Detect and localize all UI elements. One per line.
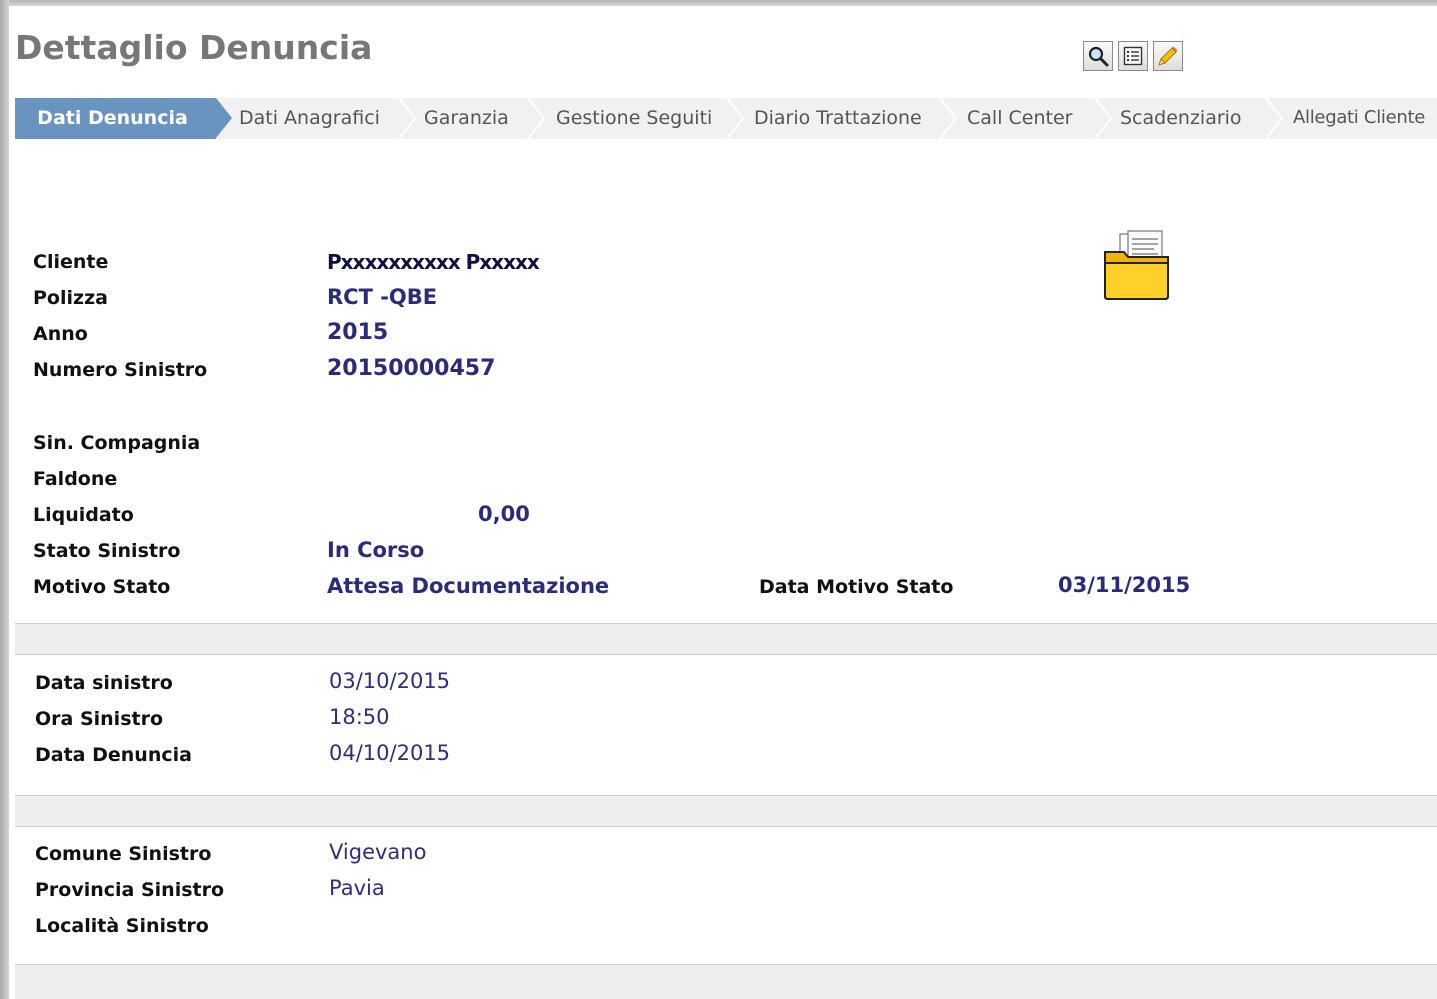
liquidato-label: Liquidato <box>33 504 134 526</box>
edit-pencil-icon <box>1158 46 1178 66</box>
tab-garanzia[interactable]: Garanzia <box>424 98 509 139</box>
tab-separator <box>1265 98 1283 139</box>
cliente-label: Cliente <box>33 251 109 273</box>
data-motivo-stato-label: Data Motivo Stato <box>759 576 954 598</box>
tab-separator <box>398 98 416 139</box>
data-motivo-stato-value: 03/11/2015 <box>1058 573 1191 597</box>
anno-value: 2015 <box>327 320 389 345</box>
provincia-sinistro-label: Provincia Sinistro <box>35 879 225 901</box>
motivo-stato-label: Motivo Stato <box>33 576 171 598</box>
tab-scadenziario[interactable]: Scadenziario <box>1120 98 1242 139</box>
data-sinistro-label: Data sinistro <box>35 672 173 694</box>
tab-separator <box>939 98 957 139</box>
section-divider-bar <box>15 623 1437 655</box>
polizza-value: RCT -QBE <box>327 285 438 309</box>
edit-button[interactable] <box>1153 41 1183 71</box>
tab-separator <box>726 98 744 139</box>
faldone-label: Faldone <box>33 468 118 490</box>
window-frame-top <box>0 0 1437 6</box>
tab-separator <box>1094 98 1112 139</box>
tab-separator <box>527 98 545 139</box>
search-icon <box>1088 46 1109 67</box>
search-button[interactable] <box>1083 41 1113 71</box>
numero-sinistro-value: 20150000457 <box>327 356 496 381</box>
page-title: Dettaglio Denuncia <box>15 28 373 67</box>
list-button[interactable] <box>1118 41 1148 71</box>
section-divider-bar <box>15 964 1437 999</box>
ora-sinistro-value: 18:50 <box>329 705 390 729</box>
tab-call-center[interactable]: Call Center <box>967 98 1072 139</box>
window-frame-left <box>0 0 9 999</box>
motivo-stato-value: Attesa Documentazione <box>327 574 610 598</box>
documents-folder-icon[interactable] <box>1102 230 1172 302</box>
stato-sinistro-value: In Corso <box>327 538 425 562</box>
data-sinistro-value: 03/10/2015 <box>329 669 451 693</box>
active-tab-arrow <box>216 98 232 138</box>
tab-bar: Dati Denuncia Dati Anagrafici Garanzia G… <box>15 98 1437 139</box>
comune-sinistro-value: Vigevano <box>329 840 427 864</box>
liquidato-value: 0,00 <box>478 502 530 526</box>
section-divider-bar <box>15 795 1437 827</box>
tab-dati-denuncia[interactable]: Dati Denuncia <box>15 98 216 139</box>
ora-sinistro-label: Ora Sinistro <box>35 708 164 730</box>
comune-sinistro-label: Comune Sinistro <box>35 843 212 865</box>
numero-sinistro-label: Numero Sinistro <box>33 359 208 381</box>
stato-sinistro-label: Stato Sinistro <box>33 540 181 562</box>
sin-compagnia-label: Sin. Compagnia <box>33 432 201 454</box>
tab-allegati-cliente[interactable]: Allegati Cliente <box>1293 98 1425 139</box>
data-denuncia-value: 04/10/2015 <box>329 741 451 765</box>
tab-diario-trattazione[interactable]: Diario Trattazione <box>754 98 922 139</box>
anno-label: Anno <box>33 323 88 345</box>
provincia-sinistro-value: Pavia <box>329 876 385 900</box>
list-icon <box>1123 46 1143 66</box>
polizza-label: Polizza <box>33 287 108 309</box>
data-denuncia-label: Data Denuncia <box>35 744 192 766</box>
toolbar <box>1083 41 1183 71</box>
cliente-value: Pxxxxxxxxxx Pxxxxx <box>327 250 540 274</box>
localita-sinistro-label: Località Sinistro <box>35 915 209 937</box>
tab-gestione-seguiti[interactable]: Gestione Seguiti <box>556 98 712 139</box>
tab-dati-anagrafici[interactable]: Dati Anagrafici <box>239 98 380 139</box>
